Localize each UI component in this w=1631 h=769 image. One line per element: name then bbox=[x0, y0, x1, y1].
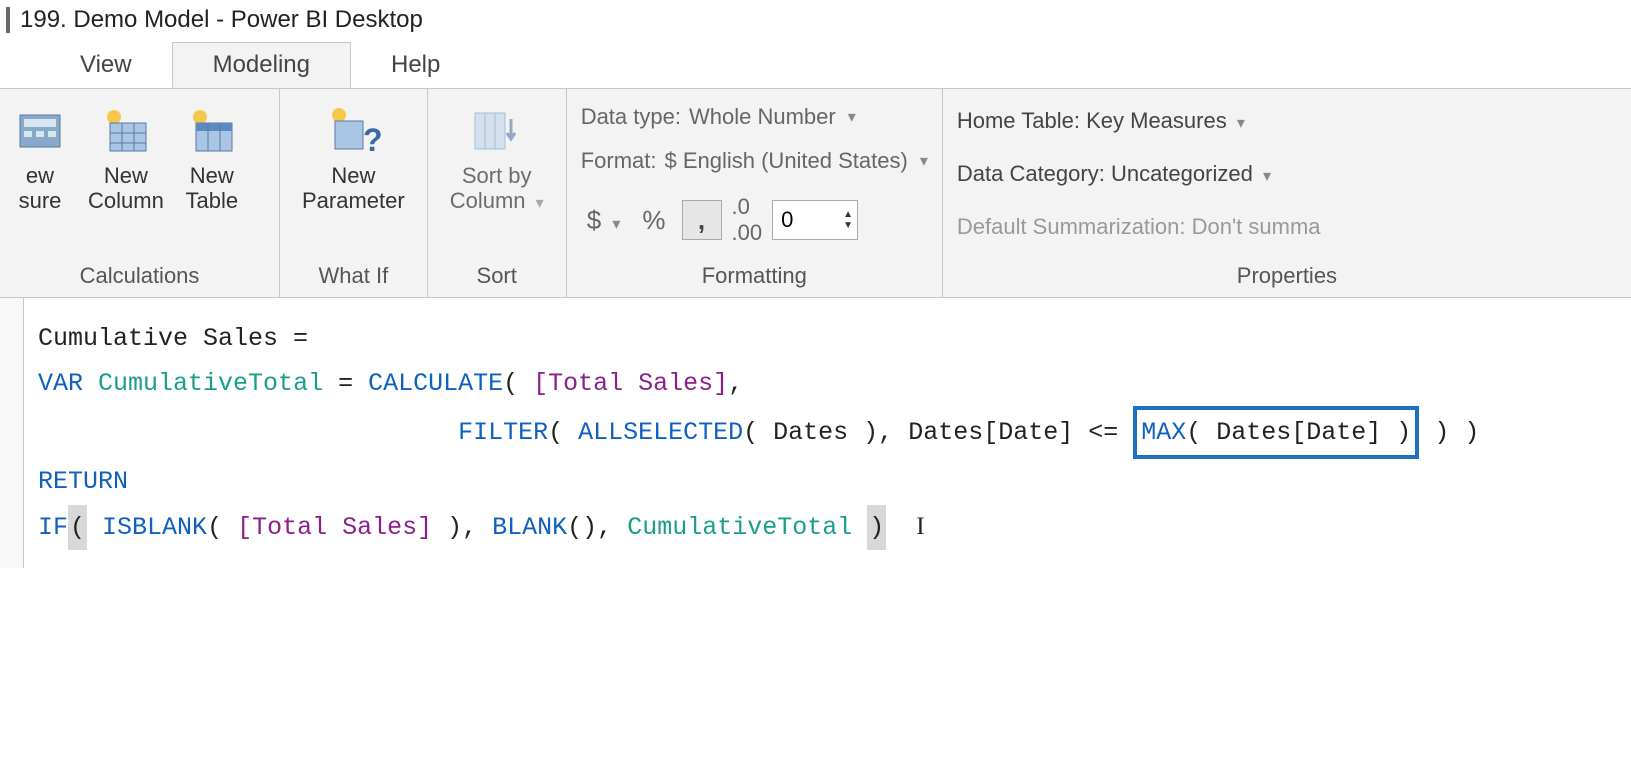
column-icon bbox=[98, 103, 154, 159]
chevron-down-icon: ▾ bbox=[1237, 115, 1245, 132]
tab-help[interactable]: Help bbox=[351, 43, 480, 87]
title-accent bbox=[6, 7, 10, 33]
currency-button[interactable]: $ ▾ bbox=[581, 205, 627, 236]
group-label-formatting: Formatting bbox=[567, 263, 942, 297]
formula-editor-area: Cumulative Sales = VAR CumulativeTotal =… bbox=[0, 298, 1631, 568]
home-table-label: Home Table: bbox=[957, 108, 1080, 133]
format-value: $ English (United States) bbox=[664, 148, 907, 174]
ribbon-group-calculations: ew sure New Column New Table Calculation… bbox=[0, 89, 280, 297]
chevron-down-icon: ▾ bbox=[920, 151, 928, 171]
ribbon-group-sort: Sort by Column ▾ Sort bbox=[428, 89, 567, 297]
data-category-label: Data Category: bbox=[957, 161, 1105, 186]
sort-by-column-button[interactable]: Sort by Column ▾ bbox=[440, 99, 554, 259]
new-table-label: New Table bbox=[186, 163, 239, 214]
percent-button[interactable]: % bbox=[636, 205, 671, 236]
ribbon-group-properties: Home Table: Key Measures ▾ Data Category… bbox=[943, 89, 1631, 297]
new-parameter-button[interactable]: ? New Parameter bbox=[292, 99, 415, 259]
text-cursor-icon: I bbox=[916, 513, 924, 540]
thousands-separator-button[interactable]: , bbox=[682, 200, 722, 240]
chevron-down-icon: ▾ bbox=[1263, 168, 1271, 185]
new-measure-button[interactable]: ew sure bbox=[12, 99, 78, 259]
group-label-sort: Sort bbox=[428, 263, 566, 297]
chevron-down-icon: ▾ bbox=[848, 107, 856, 127]
decimal-icon: .0.00 bbox=[732, 194, 763, 246]
group-label-properties: Properties bbox=[943, 263, 1631, 297]
data-type-value: Whole Number bbox=[689, 104, 836, 130]
window-title-bar: 199. Demo Model - Power BI Desktop bbox=[0, 0, 1631, 40]
ribbon-group-formatting: Data type: Whole Number ▾ Format: $ Engl… bbox=[567, 89, 943, 297]
ribbon-tabs: View Modeling Help bbox=[0, 40, 1631, 88]
sort-icon bbox=[469, 103, 525, 159]
decimal-places-spinner[interactable]: ▲▼ bbox=[772, 200, 858, 240]
tab-view[interactable]: View bbox=[40, 43, 172, 87]
measure-icon bbox=[12, 103, 68, 159]
decimal-places-input[interactable] bbox=[773, 207, 843, 233]
formula-left-margin bbox=[0, 298, 24, 568]
parameter-icon: ? bbox=[325, 103, 381, 159]
data-category-dropdown[interactable]: Data Category: Uncategorized ▾ bbox=[947, 159, 1627, 193]
new-table-button[interactable]: New Table bbox=[174, 99, 250, 259]
ribbon-group-whatif: ? New Parameter What If bbox=[280, 89, 428, 297]
home-table-dropdown[interactable]: Home Table: Key Measures ▾ bbox=[947, 106, 1627, 140]
table-icon bbox=[184, 103, 240, 159]
data-type-dropdown[interactable]: Data type: Whole Number ▾ bbox=[571, 102, 938, 136]
tab-modeling[interactable]: Modeling bbox=[172, 42, 351, 88]
ribbon: ew sure New Column New Table Calculation… bbox=[0, 88, 1631, 298]
group-label-calculations: Calculations bbox=[0, 263, 279, 297]
data-type-label: Data type: bbox=[581, 104, 681, 130]
default-summarization-dropdown[interactable]: Default Summarization: Don't summa bbox=[947, 212, 1627, 246]
data-category-value: Uncategorized bbox=[1111, 161, 1253, 186]
new-parameter-label: New Parameter bbox=[302, 163, 405, 214]
default-summarization-text: Default Summarization: Don't summa bbox=[957, 214, 1321, 239]
highlighted-max-expr: MAX( Dates[Date] ) bbox=[1133, 406, 1419, 459]
dax-formula-editor[interactable]: Cumulative Sales = VAR CumulativeTotal =… bbox=[24, 298, 1631, 568]
format-label: Format: bbox=[581, 148, 657, 174]
format-dropdown[interactable]: Format: $ English (United States) ▾ bbox=[571, 146, 938, 180]
sort-by-column-label: Sort by Column ▾ bbox=[450, 163, 544, 214]
svg-text:?: ? bbox=[363, 122, 381, 158]
new-column-label: New Column bbox=[88, 163, 164, 214]
home-table-value: Key Measures bbox=[1086, 108, 1227, 133]
window-title: 199. Demo Model - Power BI Desktop bbox=[20, 6, 423, 34]
new-measure-label: ew sure bbox=[19, 163, 62, 214]
group-label-whatif: What If bbox=[280, 263, 427, 297]
new-column-button[interactable]: New Column bbox=[78, 99, 174, 259]
